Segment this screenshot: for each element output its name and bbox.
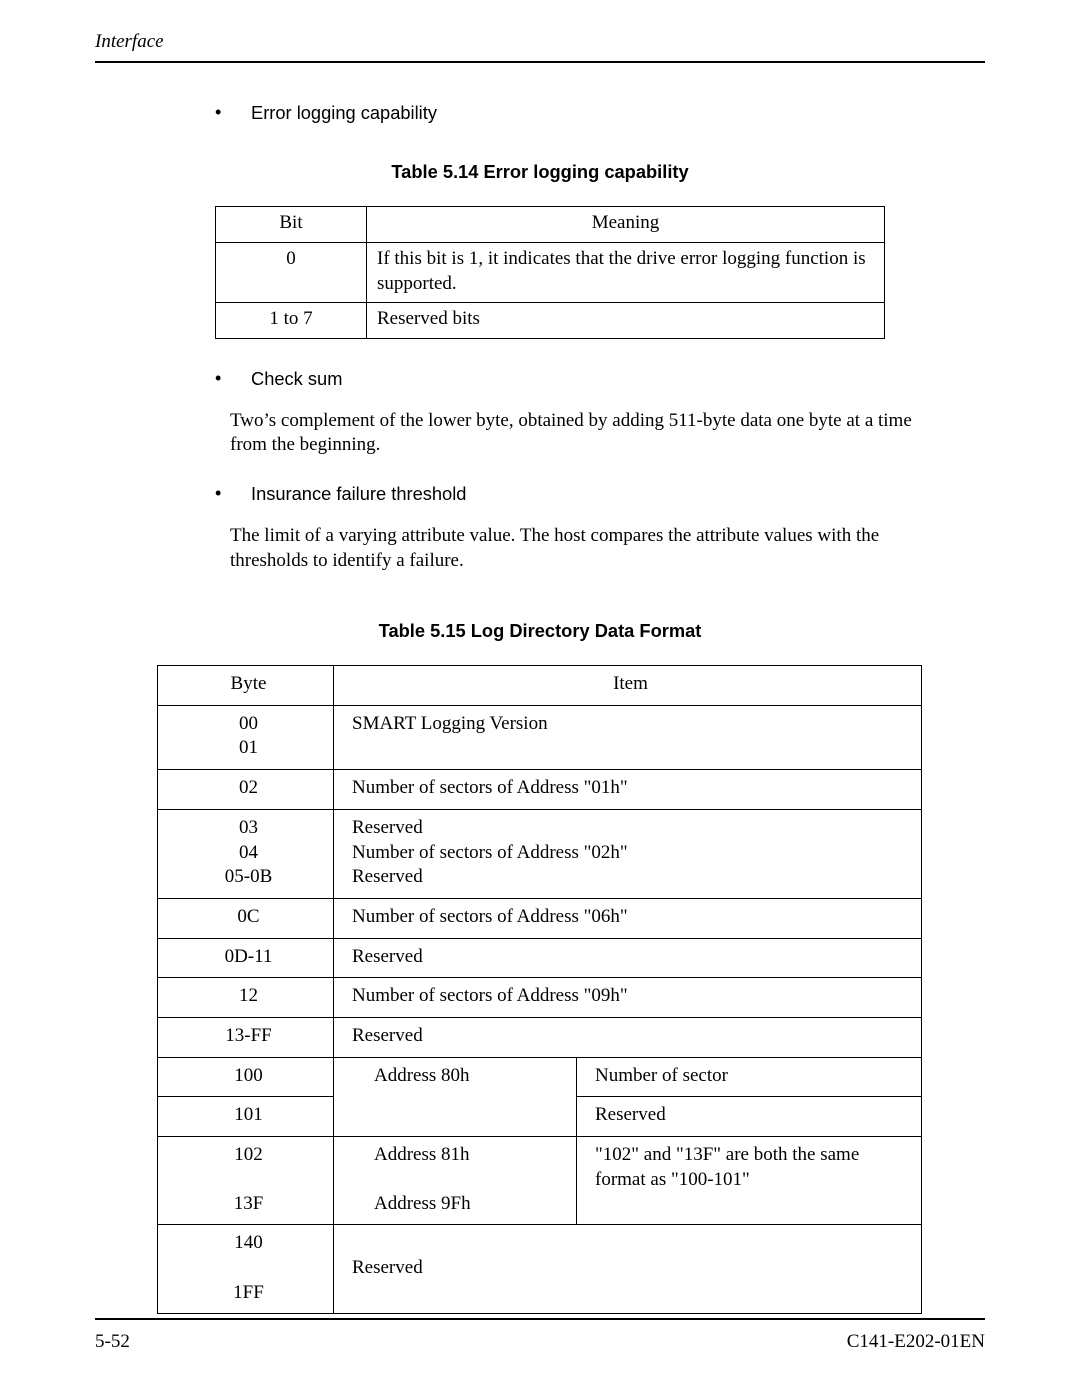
cell-item: Reserved bbox=[334, 1225, 922, 1314]
bullet-label: Insurance failure threshold bbox=[251, 482, 985, 506]
cell-item: Number of sectors of Address "06h" bbox=[334, 898, 922, 938]
cell-item: SMART Logging Version bbox=[334, 705, 922, 769]
cell-address: Address 80h bbox=[334, 1057, 577, 1136]
cell-address: Address 9Fh bbox=[334, 1186, 577, 1225]
table-row: 1 to 7 Reserved bits bbox=[216, 303, 885, 339]
bullet-icon: • bbox=[215, 367, 251, 390]
cell-byte: 0D-11 bbox=[158, 938, 334, 978]
cell-byte: 13F bbox=[158, 1186, 334, 1225]
paragraph: Two’s complement of the lower byte, obta… bbox=[230, 409, 935, 458]
table-header-row: Byte Item bbox=[158, 666, 922, 706]
table-row: 0 If this bit is 1, it indicates that th… bbox=[216, 242, 885, 302]
section-title: Interface bbox=[95, 31, 164, 52]
cell-byte: 02 bbox=[158, 770, 334, 810]
table-515: Byte Item 00 01 SMART Logging Version 02… bbox=[157, 665, 922, 1314]
doc-id: C141-E202-01EN bbox=[847, 1330, 985, 1355]
paragraph: The limit of a varying attribute value. … bbox=[230, 524, 935, 573]
cell-byte: 03 04 05-0B bbox=[158, 809, 334, 898]
page-number: 5-52 bbox=[95, 1330, 130, 1355]
cell-item: Reserved bbox=[334, 938, 922, 978]
table-row: 0D-11 Reserved bbox=[158, 938, 922, 978]
cell-item: Reserved bbox=[334, 1017, 922, 1057]
table-row: 13-FF Reserved bbox=[158, 1017, 922, 1057]
cell-byte: 140 1FF bbox=[158, 1225, 334, 1314]
bullet-label: Error logging capability bbox=[251, 101, 985, 125]
bullet-label: Check sum bbox=[251, 367, 985, 391]
cell-byte: 00 01 bbox=[158, 705, 334, 769]
table-header-row: Bit Meaning bbox=[216, 207, 885, 243]
th-bit: Bit bbox=[216, 207, 367, 243]
cell-bit: 1 to 7 bbox=[216, 303, 367, 339]
cell-meaning: If this bit is 1, it indicates that the … bbox=[367, 242, 885, 302]
bullet-icon: • bbox=[215, 482, 251, 505]
cell-desc: Number of sector bbox=[577, 1057, 922, 1097]
cell-item: Number of sectors of Address "01h" bbox=[334, 770, 922, 810]
th-item: Item bbox=[334, 666, 922, 706]
bullet-item: • Error logging capability bbox=[215, 101, 985, 125]
bullet-icon: • bbox=[215, 101, 251, 124]
table-row: 100 Address 80h Number of sector bbox=[158, 1057, 922, 1097]
cell-byte: 100 bbox=[158, 1057, 334, 1097]
table-caption-514: Table 5.14 Error logging capability bbox=[95, 160, 985, 184]
table-row: 102 Address 81h "102" and "13F" are both… bbox=[158, 1137, 922, 1186]
cell-byte: 101 bbox=[158, 1097, 334, 1137]
cell-byte: 102 bbox=[158, 1137, 334, 1186]
cell-address: Address 81h bbox=[334, 1137, 577, 1186]
cell-byte: 12 bbox=[158, 978, 334, 1018]
table-row: 140 1FF Reserved bbox=[158, 1225, 922, 1314]
cell-bit: 0 bbox=[216, 242, 367, 302]
table-row: 02 Number of sectors of Address "01h" bbox=[158, 770, 922, 810]
cell-byte: 0C bbox=[158, 898, 334, 938]
th-meaning: Meaning bbox=[367, 207, 885, 243]
table-caption-515: Table 5.15 Log Directory Data Format bbox=[95, 619, 985, 643]
cell-meaning: Reserved bits bbox=[367, 303, 885, 339]
table-row: 03 04 05-0B Reserved Number of sectors o… bbox=[158, 809, 922, 898]
th-byte: Byte bbox=[158, 666, 334, 706]
cell-desc: "102" and "13F" are both the same format… bbox=[577, 1137, 922, 1225]
bullet-item: • Check sum bbox=[215, 367, 985, 391]
table-row: 0C Number of sectors of Address "06h" bbox=[158, 898, 922, 938]
cell-desc: Reserved bbox=[577, 1097, 922, 1137]
cell-item: Number of sectors of Address "09h" bbox=[334, 978, 922, 1018]
table-row: 12 Number of sectors of Address "09h" bbox=[158, 978, 922, 1018]
table-row: 00 01 SMART Logging Version bbox=[158, 705, 922, 769]
cell-byte: 13-FF bbox=[158, 1017, 334, 1057]
page-footer: 5-52 C141-E202-01EN bbox=[95, 1318, 985, 1355]
cell-item: Reserved Number of sectors of Address "0… bbox=[334, 809, 922, 898]
bullet-item: • Insurance failure threshold bbox=[215, 482, 985, 506]
page-header: Interface bbox=[95, 30, 985, 63]
table-514: Bit Meaning 0 If this bit is 1, it indic… bbox=[215, 206, 885, 339]
